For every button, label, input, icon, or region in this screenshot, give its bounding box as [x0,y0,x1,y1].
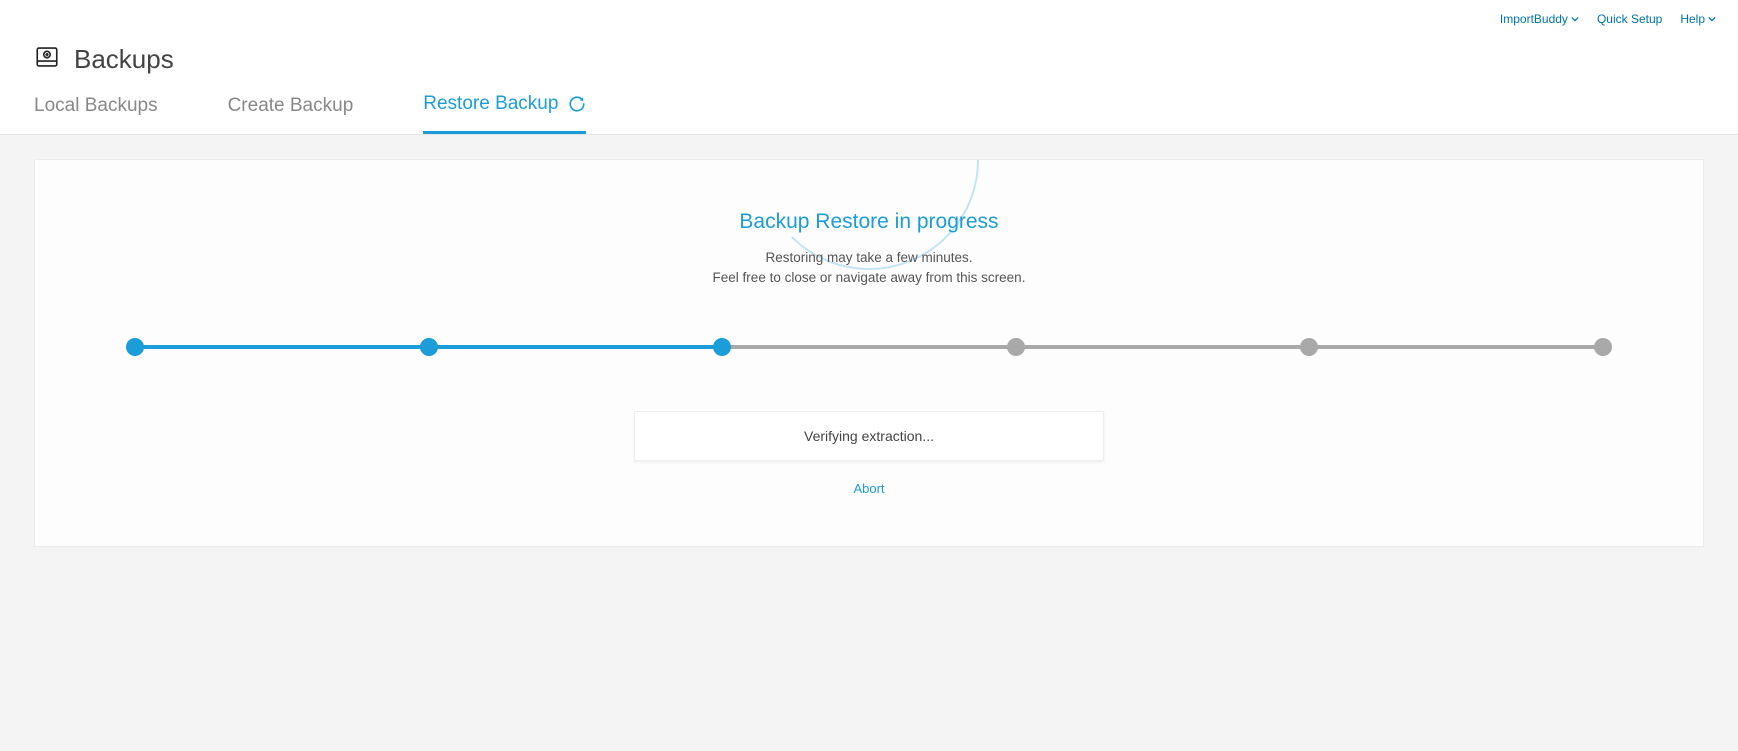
help-label: Help [1680,12,1705,26]
progress-steps [135,337,1603,357]
importbuddy-link[interactable]: ImportBuddy [1500,12,1579,26]
chevron-down-icon [1571,12,1579,26]
step-dot-5 [1300,338,1318,356]
abort-link[interactable]: Abort [125,481,1613,496]
tab-label: Create Backup [228,95,354,117]
page-header: Backups [0,30,1738,93]
help-link[interactable]: Help [1680,12,1716,26]
progress-sub-line2: Feel free to close or navigate away from… [713,270,1026,285]
backup-icon [34,44,60,75]
importbuddy-label: ImportBuddy [1500,12,1568,26]
restore-progress-card: Backup Restore in progress Restoring may… [34,159,1704,547]
step-dot-4 [1007,338,1025,356]
chevron-down-icon [1708,12,1716,26]
step-dot-2 [420,338,438,356]
quick-setup-label: Quick Setup [1597,12,1662,26]
step-dot-6 [1594,338,1612,356]
loading-spinner-icon [568,95,586,113]
tab-label: Restore Backup [423,93,558,115]
page-title: Backups [74,44,174,75]
tab-label: Local Backups [34,95,158,117]
progress-sub-line1: Restoring may take a few minutes. [765,250,972,265]
tab-restore-backup[interactable]: Restore Backup [423,93,586,134]
tab-create-backup[interactable]: Create Backup [228,93,354,134]
top-nav: ImportBuddy Quick Setup Help [0,0,1738,30]
progress-title: Backup Restore in progress [125,210,1613,234]
progress-subtitle: Restoring may take a few minutes. Feel f… [125,248,1613,287]
step-dot-3 [713,338,731,356]
quick-setup-link[interactable]: Quick Setup [1597,12,1662,26]
status-message: Verifying extraction... [634,411,1104,461]
step-dot-1 [126,338,144,356]
tabs: Local Backups Create Backup Restore Back… [0,93,1738,134]
tab-local-backups[interactable]: Local Backups [34,93,158,134]
